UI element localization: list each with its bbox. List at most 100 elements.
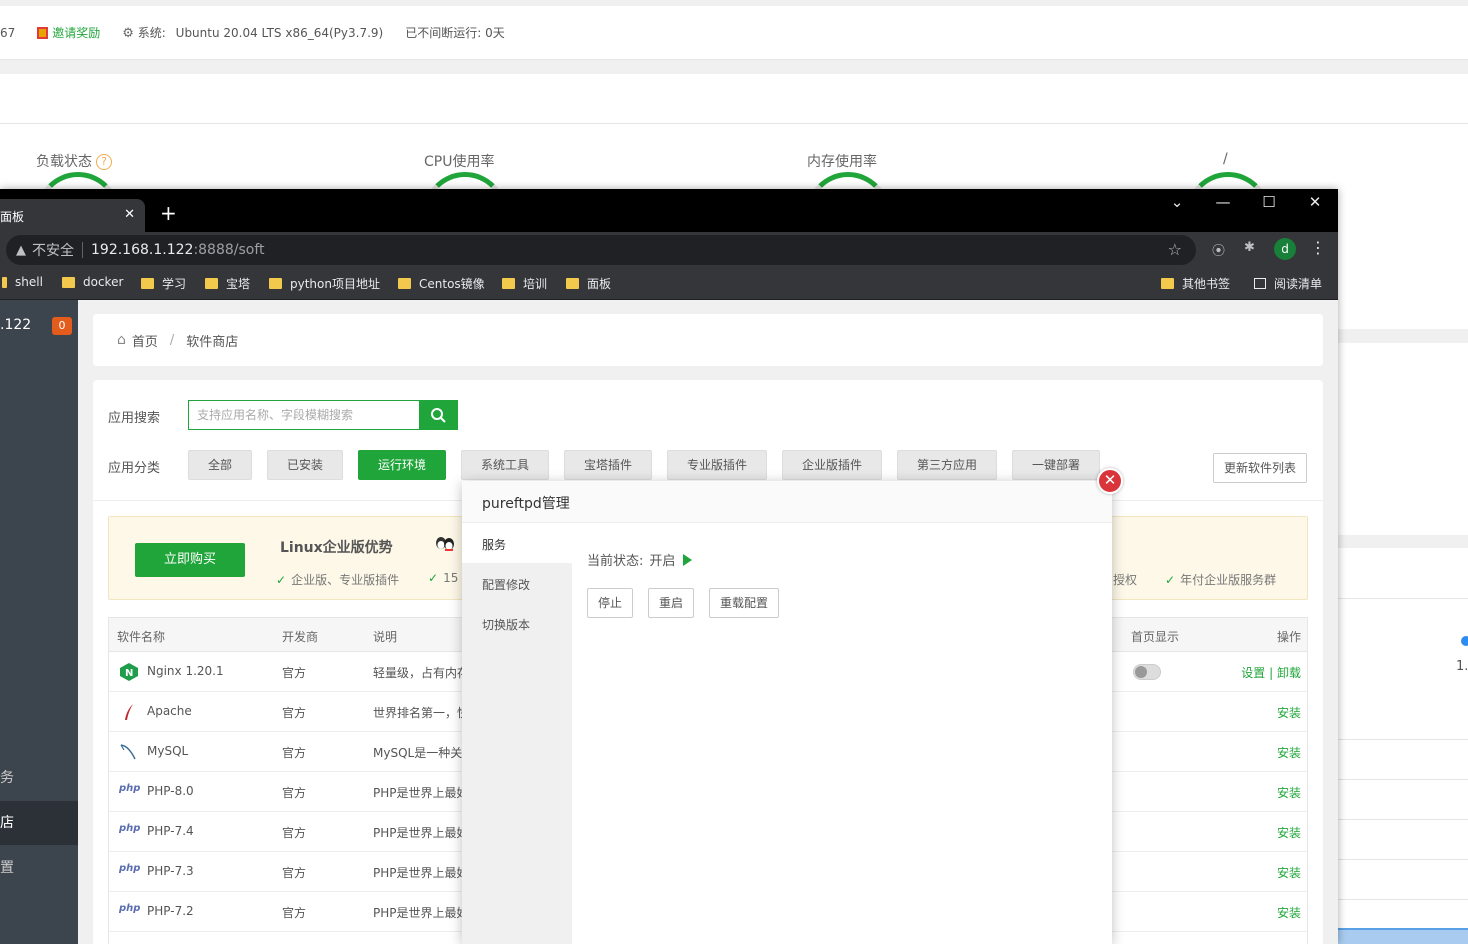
gear-icon: ⚙ [122,26,134,41]
search-icon [431,408,446,423]
disk-usage-title: / [1223,151,1228,167]
maximize-button[interactable]: ☐ [1254,193,1284,211]
category-pro-plugins[interactable]: 专业版插件 [667,450,767,480]
category-bt-plugins[interactable]: 宝塔插件 [564,450,652,480]
software-name: PHP-7.3 [147,864,194,878]
install-link[interactable]: 安装 [1277,904,1301,921]
bookmark-label: 面板 [587,277,612,291]
category-one-click-deploy[interactable]: 一键部署 [1012,450,1100,480]
invite-link[interactable]: 邀请奖励 [37,24,100,41]
bookmark-python[interactable]: python项目地址 [269,275,380,292]
check-icon: ✓ [1165,573,1176,587]
breadcrumb-home[interactable]: 首页 [132,331,158,350]
column-header: 操作 [1276,630,1301,644]
promo-feature-text: 企业版、专业版插件 [291,573,400,587]
tab-config[interactable]: 配置修改 [462,563,572,603]
install-link[interactable]: 安装 [1277,864,1301,881]
tab-switch-version[interactable]: 切换版本 [462,603,572,643]
category-all[interactable]: 全部 [188,450,252,480]
software-desc: PHP是世界上最好 [373,786,469,800]
tab-strip: 面板 ✕ + ⌄ — ☐ ✕ [0,189,1338,232]
close-icon[interactable]: ✕ [124,207,135,222]
notification-badge[interactable]: 0 [52,317,72,335]
folder-icon [62,276,75,288]
security-label[interactable]: 不安全 [32,240,74,260]
restart-button[interactable]: 重启 [648,588,694,618]
bookmark-panel[interactable]: 面板 [566,275,611,292]
software-desc: MySQL是一种关系 [373,746,475,760]
stop-button[interactable]: 停止 [587,588,633,618]
new-tab-button[interactable]: + [160,203,177,223]
bookmark-shell[interactable]: shell [2,275,43,289]
software-name: MySQL [147,744,189,758]
promo-feature: ✓ 企业版、专业版插件 [276,571,399,588]
category-third-party[interactable]: 第三方应用 [897,450,997,480]
gift-icon [37,26,49,39]
bookmark-training[interactable]: 培训 [502,275,547,292]
sidebar-item-settings[interactable]: 置 [0,846,78,890]
home-display-toggle[interactable] [1133,664,1161,680]
pureftpd-modal: pureftpd管理 ✕ 服务 配置修改 切换版本 当前状态: 开启 停止 重启… [462,468,1123,944]
window-close-button[interactable]: ✕ [1300,193,1330,211]
software-desc: PHP是世界上最好 [373,906,469,920]
bookmark-label: 培训 [523,277,548,291]
bookmark-star-icon[interactable]: ☆ [1168,240,1182,259]
uninstall-link[interactable]: 卸载 [1277,666,1301,680]
modal-title: pureftpd管理 [462,481,1112,523]
divider [1338,819,1468,820]
install-link[interactable]: 安装 [1277,824,1301,841]
reading-list[interactable]: 阅读清单 [1254,275,1322,292]
cast-icon[interactable]: ⦿ [1212,240,1225,259]
software-dev: 官方 [282,666,307,680]
modal-close-button[interactable]: ✕ [1097,468,1123,494]
software-dev: 官方 [282,706,307,720]
bookmark-docker[interactable]: docker [62,275,123,289]
buy-now-button[interactable]: 立即购买 [135,543,245,577]
profile-avatar[interactable]: d [1274,238,1296,260]
divider [1338,779,1468,780]
software-name: PHP-8.0 [147,784,194,798]
separator [82,242,83,258]
tab-service[interactable]: 服务 [462,523,572,563]
promo-feature-text: 15 [443,571,459,585]
minimize-button[interactable]: — [1208,193,1238,211]
bookmark-label: python项目地址 [290,277,380,291]
search-button[interactable] [419,401,457,429]
bookmark-label: Centos镜像 [419,277,485,291]
bookmark-centos[interactable]: Centos镜像 [398,275,485,292]
browser-tab[interactable]: 面板 ✕ [0,199,145,232]
bookmark-baota[interactable]: 宝塔 [205,275,250,292]
promo-feature: ✓ 15 [428,571,458,585]
category-installed[interactable]: 已安装 [267,450,343,480]
system-value: Ubuntu 20.04 LTS x86_64(Py3.7.9) [175,26,384,40]
menu-icon[interactable]: ⋮ [1310,238,1326,257]
settings-link[interactable]: 设置 [1241,666,1265,680]
software-name: Apache [147,704,192,718]
reload-config-button[interactable]: 重载配置 [709,588,779,618]
search-input[interactable] [189,401,419,429]
install-link[interactable]: 安装 [1277,704,1301,721]
right-panel [1338,343,1468,535]
bookmark-label: 其他书签 [1182,277,1231,291]
category-system-tools[interactable]: 系统工具 [461,450,549,480]
other-bookmarks[interactable]: 其他书签 [1161,275,1230,292]
sidebar-item-store[interactable]: 店 [0,801,78,845]
tab-search-icon[interactable]: ⌄ [1162,193,1192,211]
category-runtime[interactable]: 运行环境 [358,450,446,480]
extensions-icon[interactable]: ✱ [1244,240,1255,255]
software-dev: 官方 [282,746,307,760]
help-icon[interactable]: ? [96,154,112,170]
address-bar[interactable]: ▲ 不安全 192.168.1.122 :8888/soft ☆ [6,235,1196,265]
bookmarks-bar: shell docker 学习 宝塔 python项目地址 Centos镜像 培… [0,268,1338,300]
apache-feather-icon [125,704,133,720]
sidebar-item-tasks[interactable]: 务 [0,756,78,800]
bookmark-study[interactable]: 学习 [141,275,186,292]
category-enterprise-plugins[interactable]: 企业版插件 [782,450,882,480]
install-link[interactable]: 安装 [1277,784,1301,801]
refresh-list-button[interactable]: 更新软件列表 [1213,453,1307,483]
bookmark-label: shell [15,275,43,289]
promo-feature: ✓ 年付企业版服务群 [1165,571,1276,588]
bookmark-label: 学习 [162,277,187,291]
install-link[interactable]: 安装 [1277,744,1301,761]
action-separator: | [1269,666,1274,680]
